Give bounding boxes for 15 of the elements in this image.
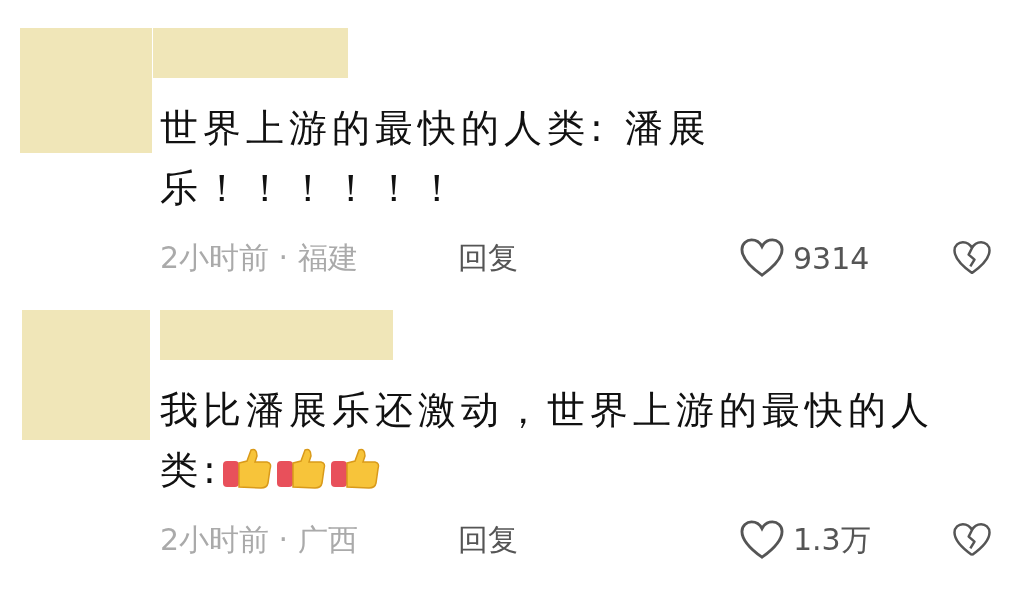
comment-meta: 2小时前 · 福建: [160, 238, 359, 277]
like-count: 9314: [793, 240, 870, 276]
broken-heart-icon[interactable]: [952, 239, 992, 277]
broken-heart-icon[interactable]: [952, 521, 992, 559]
reply-link[interactable]: 回复: [458, 521, 518, 557]
comment-text: 世界上游的最快的人类: 潘展 乐！！！！！！: [160, 105, 712, 212]
thumbs-up-icon: [220, 447, 273, 491]
like-count: 1.3万: [793, 520, 871, 559]
heart-icon[interactable]: [739, 237, 785, 279]
heart-icon[interactable]: [739, 519, 785, 561]
comment-text: 我比潘展乐还激动，世界上游的最快的人 类:: [160, 387, 935, 494]
thumbs-up-icon: [274, 447, 327, 491]
thumbs-up-icon: [328, 447, 381, 491]
comment-meta: 2小时前 · 广西: [160, 520, 359, 559]
reply-link[interactable]: 回复: [458, 239, 518, 275]
